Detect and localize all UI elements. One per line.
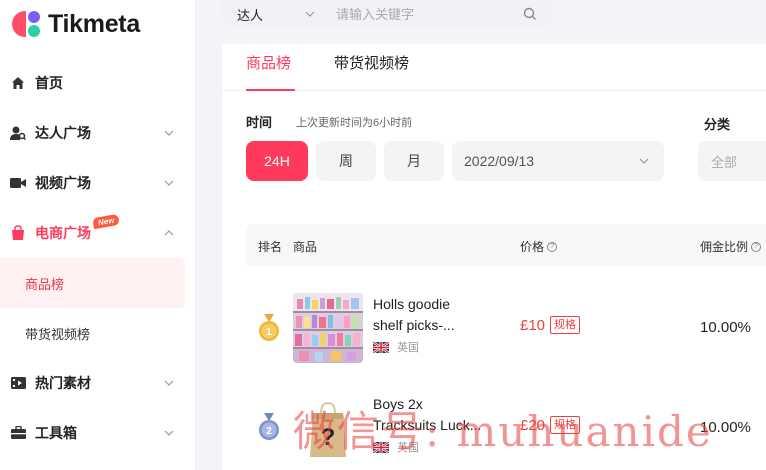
tab-video-ranking[interactable]: 带货视频榜 (334, 52, 409, 73)
commission-rate: 10.00% (700, 419, 751, 436)
product-country: 英国 (373, 439, 419, 455)
date-value: 2022/09/13 (464, 153, 535, 169)
video-icon (9, 174, 27, 192)
logo[interactable]: Tikmeta (12, 9, 140, 39)
period-24h-button[interactable]: 24H (246, 141, 308, 181)
sidebar-item-label: 热门素材 (35, 375, 91, 391)
spec-tag[interactable]: 规格 (550, 416, 581, 434)
search-type-select[interactable]: 达人 (220, 0, 316, 28)
home-icon (9, 74, 27, 92)
product-price: £10 规格 (520, 316, 581, 334)
product-country: 英国 (373, 339, 419, 355)
main-panel: 商品榜 带货视频榜 时间 上次更新时间为6小时前 分类 24H 周 月 2022… (222, 44, 766, 470)
price-value: £10 (520, 316, 546, 334)
svg-text:?: ? (321, 424, 336, 451)
search-icon[interactable] (522, 6, 538, 22)
table-row[interactable]: 1 Holls goodie shelf picks-... 英国 £10 规格… (246, 278, 766, 378)
search-type-value: 达人 (237, 7, 264, 23)
brand-name: Tikmeta (48, 9, 140, 38)
svg-text:1: 1 (266, 327, 272, 338)
help-icon[interactable]: ? (547, 241, 558, 252)
sidebar-item-videos[interactable]: 视频广场 (0, 158, 195, 208)
sidebar-subitem-product-ranking[interactable]: 商品榜 (0, 258, 185, 308)
category-value: 全部 (711, 154, 738, 170)
sidebar-nav: 首页 达人广场 视频广场 电商广场 New 商品榜 带货视频榜 热门素材 工具箱 (0, 58, 195, 458)
search-bar: 达人 (220, 0, 554, 28)
category-filter-label: 分类 (704, 117, 731, 132)
table-header: 排名 商品 价格 ? 佣金比例 ? (246, 224, 766, 266)
sidebar-item-toolbox[interactable]: 工具箱 (0, 408, 195, 458)
period-week-button[interactable]: 周 (316, 141, 376, 181)
sidebar-item-label: 首页 (35, 75, 63, 91)
time-filter-label: 时间 (246, 115, 273, 130)
chevron-down-icon (639, 158, 649, 164)
product-image-placeholder[interactable]: ? (293, 393, 363, 463)
svg-text:2: 2 (266, 426, 272, 437)
logo-mark-icon (12, 9, 42, 39)
film-icon (9, 374, 27, 392)
table-row[interactable]: 2 ? Boys 2x Tracksuits Luck... 英国 £20 规格 (246, 378, 766, 470)
active-tab-indicator (246, 89, 295, 91)
user-search-icon (9, 124, 27, 142)
chevron-down-icon (164, 380, 174, 386)
product-name[interactable]: Holls goodie shelf picks-... (373, 294, 483, 336)
tab-product-ranking[interactable]: 商品榜 (246, 52, 291, 73)
search-input[interactable] (316, 6, 522, 22)
column-header-product: 商品 (293, 240, 318, 254)
product-photo-shelves-icon (293, 293, 363, 363)
sidebar-item-ecommerce[interactable]: 电商广场 New (0, 208, 195, 258)
commission-rate: 10.00% (700, 319, 751, 336)
column-header-commission[interactable]: 佣金比例 ? (700, 238, 762, 255)
category-select[interactable]: 全部 (698, 141, 766, 181)
uk-flag-icon (373, 341, 389, 353)
period-month-button[interactable]: 月 (384, 141, 444, 181)
sidebar-item-home[interactable]: 首页 (0, 58, 195, 108)
chevron-down-icon (164, 430, 174, 436)
chevron-down-icon (164, 130, 174, 136)
column-header-label: 价格 (520, 240, 545, 254)
country-label: 英国 (397, 342, 419, 354)
shopping-bag-placeholder-icon: ? (310, 401, 346, 457)
date-select[interactable]: 2022/09/13 (452, 141, 664, 181)
sidebar-item-hot-materials[interactable]: 热门素材 (0, 358, 195, 408)
sidebar: Tikmeta 首页 达人广场 视频广场 电商广场 New 商品榜 带货视频榜 … (0, 0, 196, 470)
chevron-down-icon (305, 11, 315, 17)
column-header-label: 佣金比例 (700, 240, 749, 254)
shopping-bag-icon (9, 224, 27, 242)
chevron-down-icon (164, 180, 174, 186)
sidebar-item-label: 视频广场 (35, 175, 91, 191)
sidebar-item-label: 电商广场 (35, 225, 91, 241)
update-note: 上次更新时间为6小时前 (296, 117, 413, 129)
toolbox-icon (9, 424, 27, 442)
spec-tag[interactable]: 规格 (550, 316, 581, 334)
gold-medal-icon: 1 (259, 314, 279, 341)
help-icon[interactable]: ? (751, 241, 762, 252)
sidebar-item-label: 达人广场 (35, 125, 91, 141)
product-price: £20 规格 (520, 416, 581, 434)
sidebar-item-label: 工具箱 (35, 425, 77, 441)
tab-bar: 商品榜 带货视频榜 (222, 44, 766, 91)
price-value: £20 (520, 416, 546, 434)
product-name[interactable]: Boys 2x Tracksuits Luck... (373, 394, 483, 436)
product-image[interactable] (293, 293, 363, 363)
uk-flag-icon (373, 441, 389, 453)
column-header-price[interactable]: 价格 ? (520, 238, 558, 255)
country-label: 英国 (397, 442, 419, 454)
silver-medal-icon: 2 (259, 413, 279, 440)
column-header-rank: 排名 (258, 240, 283, 254)
new-badge: New (92, 213, 121, 230)
sidebar-subitem-video-ranking[interactable]: 带货视频榜 (0, 308, 195, 358)
chevron-up-icon (164, 230, 174, 236)
sidebar-item-influencers[interactable]: 达人广场 (0, 108, 195, 158)
